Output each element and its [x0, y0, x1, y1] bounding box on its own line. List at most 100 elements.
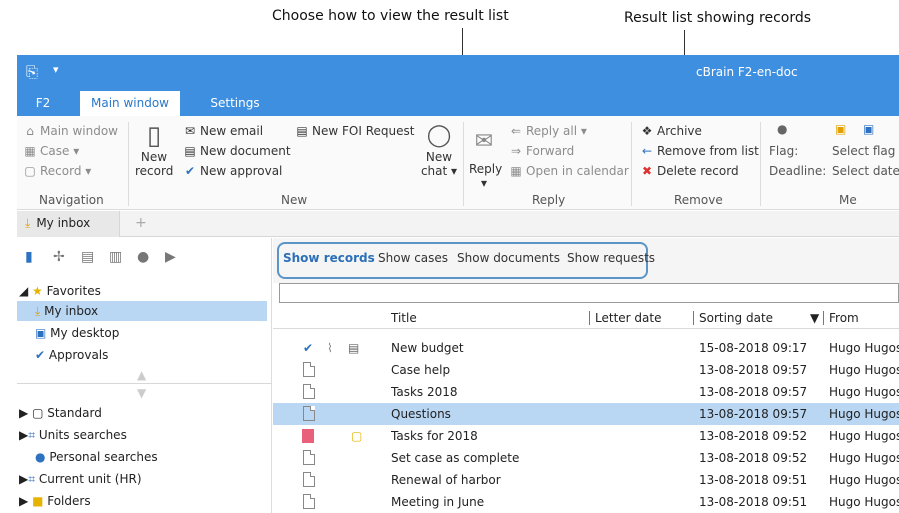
new-email-button[interactable]: ✉ New email [183, 124, 263, 138]
new-chat-button[interactable]: ◯ New chat ▾ [419, 122, 459, 178]
new-document-button[interactable]: ▤ New document [183, 144, 290, 158]
me-desktop-icon[interactable]: ▣ [863, 122, 874, 136]
record-icon [303, 362, 315, 377]
callout-result-list: Result list showing records [624, 10, 812, 26]
row-from: Hugo Hugoser [829, 407, 899, 421]
column-separator[interactable] [693, 311, 694, 325]
row-sorting-date: 13-08-2018 09:51 [699, 495, 808, 509]
document-stack-icon: ▤ [348, 341, 360, 355]
app-icon[interactable]: ⎘ [26, 63, 38, 81]
ribbon-separator [463, 122, 464, 206]
flag-label: Flag: [769, 144, 799, 158]
contacts-tool-icon[interactable]: ▥ [109, 249, 122, 265]
person-icon: ● [777, 122, 788, 136]
tree-personal-searches[interactable]: ● Personal searches [35, 450, 158, 464]
me-inbox-icon[interactable]: ▣ [835, 122, 846, 136]
table-row[interactable]: Tasks 2018 13-08-2018 09:57 Hugo Hugoser [273, 381, 899, 403]
reply-all-button[interactable]: ⇐ Reply all ▾ [509, 124, 587, 138]
tree-units-searches[interactable]: ▶⌗ Units searches [19, 428, 127, 443]
tab-main-window[interactable]: Main window [80, 91, 180, 116]
group-me-label: Me [839, 193, 857, 207]
table-row[interactable]: Set case as complete 13-08-2018 09:52 Hu… [273, 447, 899, 469]
tree-my-inbox-label: My inbox [44, 304, 99, 318]
show-documents-button[interactable]: Show documents [457, 251, 560, 265]
tree-my-inbox[interactable]: ⤓ My inbox [17, 301, 267, 321]
new-approval-button[interactable]: ✔ New approval [183, 164, 282, 178]
collapse-icon: ▶ [19, 406, 29, 420]
nav-record-button[interactable]: ▢ Record ▾ [23, 164, 91, 178]
column-separator[interactable] [823, 311, 824, 325]
archive-button[interactable]: ❖ Archive [640, 124, 702, 138]
home-icon: ⌂ [26, 124, 34, 138]
forward-button[interactable]: ⇒ Forward [509, 144, 574, 158]
scroll-down-icon[interactable]: ▼ [137, 386, 146, 400]
tree-units-searches-label: Units searches [38, 428, 127, 442]
table-row[interactable]: Meeting in June 13-08-2018 09:51 Hugo Hu… [273, 491, 899, 513]
table-row[interactable]: ✔ ⌇ ▤ New budget 15-08-2018 09:17 Hugo H… [273, 337, 899, 359]
records-tool-icon[interactable]: ▮ [25, 249, 33, 265]
folders-tool-icon[interactable]: ▶ [165, 249, 176, 265]
table-row[interactable]: Renewal of harbor 13-08-2018 09:51 Hugo … [273, 469, 899, 491]
row-from: Hugo Hugoser [829, 363, 899, 377]
nav-case-label: Case [40, 144, 70, 158]
table-row[interactable]: ▢ Tasks for 2018 13-08-2018 09:52 Hugo H… [273, 425, 899, 447]
forward-icon: ⇒ [510, 144, 522, 158]
tree-favorites[interactable]: ◢ ★ Favorites [19, 284, 101, 298]
column-title[interactable]: Title [391, 311, 417, 325]
delete-record-button[interactable]: ✖ Delete record [640, 164, 739, 178]
new-foi-request-button[interactable]: ▤ New FOI Request [295, 124, 414, 138]
row-from: Hugo Hugoser [829, 385, 899, 399]
doctab-label: My inbox [36, 216, 91, 230]
group-remove-label: Remove [674, 193, 723, 207]
tree-folders[interactable]: ▶ ■ Folders [19, 494, 91, 508]
nav-case-button[interactable]: ▦ Case ▾ [23, 144, 79, 158]
users-tool-icon[interactable]: ● [137, 249, 149, 265]
select-flag-dropdown[interactable]: Select flag [832, 144, 895, 158]
documents-tool-icon[interactable]: ▤ [81, 249, 94, 265]
tab-f2[interactable]: F2 [27, 91, 59, 116]
tree-current-unit[interactable]: ▶⌗ Current unit (HR) [19, 472, 142, 487]
tab-settings[interactable]: Settings [200, 91, 270, 116]
pane-splitter[interactable] [17, 383, 272, 384]
sort-descending-icon[interactable]: ▼ [810, 311, 819, 325]
ribbon-separator [128, 122, 129, 206]
cases-tool-icon[interactable]: ✢ [53, 249, 65, 265]
column-sorting-date[interactable]: Sorting date [699, 311, 773, 325]
new-record-button[interactable]: ▯ New record [135, 122, 173, 178]
column-separator[interactable] [589, 311, 590, 325]
result-list-header: Title Letter date Sorting date ▼ From [273, 307, 899, 329]
add-tab-button[interactable]: + [135, 215, 147, 231]
row-from: Hugo Hugoser [829, 451, 899, 465]
table-row[interactable]: Case help 13-08-2018 09:57 Hugo Hugoser [273, 359, 899, 381]
tree-standard[interactable]: ▶ ▢ Standard [19, 406, 102, 420]
select-date-dropdown[interactable]: Select date [832, 164, 899, 178]
column-letter-date[interactable]: Letter date [595, 311, 661, 325]
nav-main-window-button[interactable]: ⌂ Main window [23, 124, 118, 138]
new-email-label: New email [200, 124, 264, 138]
column-from[interactable]: From [829, 311, 859, 325]
case-icon: ▦ [24, 144, 36, 158]
record-icon [303, 472, 315, 487]
doctab-my-inbox[interactable]: ⤓ My inbox [17, 211, 120, 237]
delete-record-label: Delete record [657, 164, 739, 178]
attachment-icon: ⌇ [327, 341, 333, 355]
collapse-icon: ▶ [19, 472, 29, 486]
show-requests-button[interactable]: Show requests [567, 251, 655, 265]
units-icon: ⌗ [28, 472, 35, 486]
reply-label: Reply [469, 162, 503, 176]
scroll-up-icon[interactable]: ▲ [137, 368, 146, 382]
show-cases-button[interactable]: Show cases [378, 251, 448, 265]
table-row-selected[interactable]: Questions 13-08-2018 09:57 Hugo Hugoser [273, 403, 899, 425]
navigation-pane: ▮ ✢ ▤ ▥ ● ▶ ◢ ★ Favorites ⤓ My inbox ▣ M… [17, 238, 272, 513]
tree-my-desktop[interactable]: ▣ My desktop [35, 326, 119, 340]
filter-input[interactable] [279, 283, 899, 303]
tree-approvals[interactable]: ✔ Approvals [35, 348, 108, 362]
delete-icon: ✖ [641, 164, 653, 178]
row-from: Hugo Hugoser [829, 341, 899, 355]
show-records-button[interactable]: Show records [283, 251, 375, 265]
open-in-calendar-button[interactable]: ▦ Open in calendar [509, 164, 628, 178]
group-navigation-label: Navigation [39, 193, 104, 207]
quick-access-dropdown-icon[interactable]: ▾ [53, 63, 59, 76]
reply-button[interactable]: ✉ Reply ▾ [469, 122, 503, 190]
remove-from-list-button[interactable]: ← Remove from list [640, 144, 759, 158]
